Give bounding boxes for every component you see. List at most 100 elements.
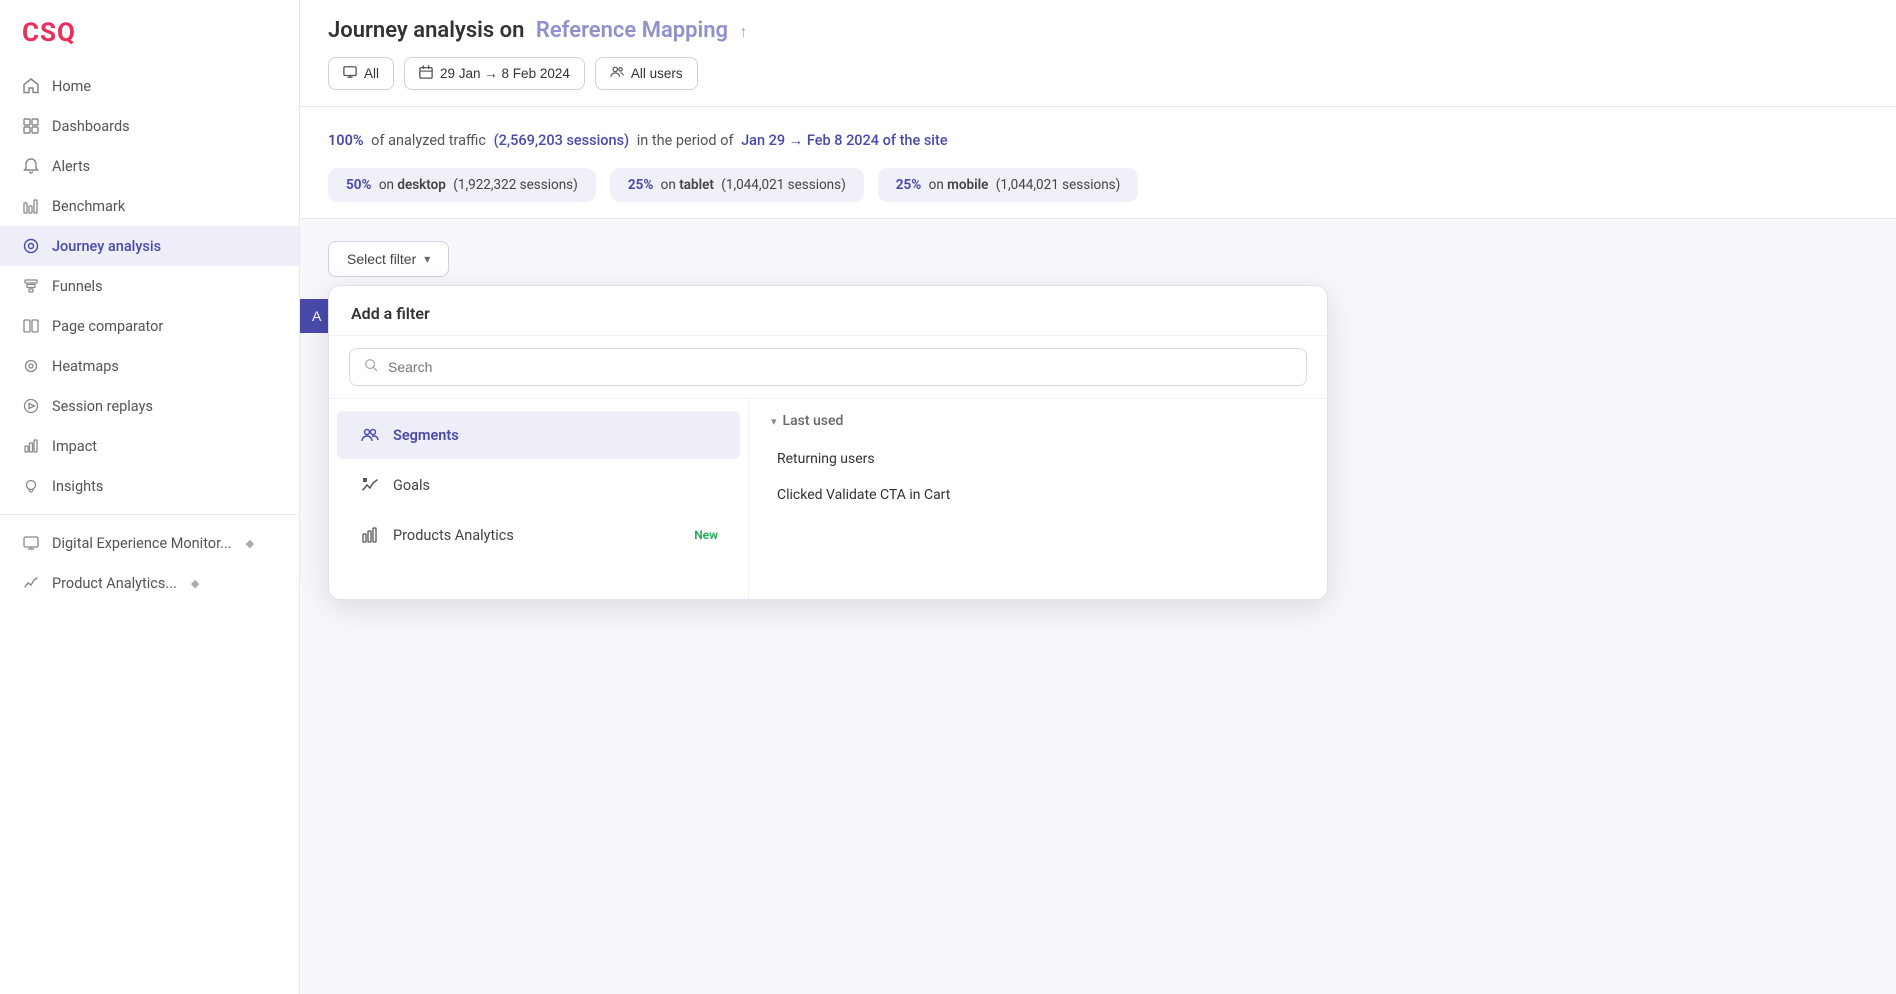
stats-area: 100% of analyzed traffic (2,569,203 sess… (300, 107, 1896, 219)
desktop-label: desktop (397, 177, 446, 193)
sidebar: CSQ Home Dashboards (0, 0, 300, 994)
segments-icon (359, 424, 381, 446)
sidebar-item-label: Impact (52, 438, 97, 455)
option-label: Returning users (777, 451, 875, 467)
goals-icon (359, 474, 381, 496)
select-filter-label: Select filter (347, 251, 416, 267)
filter-option-returning-users[interactable]: Returning users (771, 441, 1305, 477)
tablet-sessions: (1,044,021 sessions) (721, 177, 846, 193)
page-comparator-icon (22, 317, 40, 335)
dropdown-body: Segments Goals (329, 399, 1327, 599)
period-text: in the period of (637, 132, 734, 149)
date-filter-label: 29 Jan → 8 Feb 2024 (440, 66, 570, 81)
filter-category-segments[interactable]: Segments (337, 411, 740, 459)
funnels-icon (22, 277, 40, 295)
logo: CSQ (0, 0, 299, 62)
sidebar-item-page-comparator[interactable]: Page comparator (0, 306, 299, 346)
traffic-pct: 100% (328, 132, 364, 149)
sidebar-item-impact[interactable]: Impact (0, 426, 299, 466)
mobile-pct: 25% (896, 177, 921, 193)
last-used-label: Last used (783, 413, 844, 429)
users-filter-button[interactable]: All users (595, 57, 698, 90)
top-bar: Journey analysis on Reference Mapping ↑ … (300, 0, 1896, 107)
dashboards-icon (22, 117, 40, 135)
digital-experience-icon (22, 534, 40, 552)
on-label: on (661, 177, 680, 193)
sidebar-item-benchmark[interactable]: Benchmark (0, 186, 299, 226)
products-analytics-icon (359, 524, 381, 546)
session-replays-icon (22, 397, 40, 415)
sidebar-item-funnels[interactable]: Funnels (0, 266, 299, 306)
sidebar-item-label: Alerts (52, 158, 90, 175)
sidebar-item-label: Heatmaps (52, 358, 119, 375)
sidebar-item-label: Dashboards (52, 118, 130, 135)
search-icon (364, 358, 378, 376)
date-range: Jan 29 → Feb 8 2024 of the site (741, 132, 947, 149)
users-filter-label: All users (631, 66, 683, 81)
search-box (349, 348, 1307, 386)
all-filter-button[interactable]: All (328, 57, 394, 90)
filter-category-goals[interactable]: Goals (337, 461, 740, 509)
search-input[interactable] (388, 359, 1292, 375)
sidebar-item-label: Benchmark (52, 198, 125, 215)
select-filter-button[interactable]: Select filter ▾ (328, 241, 449, 277)
page-title: Journey analysis on Reference Mapping ↑ (328, 18, 1868, 43)
category-label: Products Analytics (393, 527, 514, 544)
sidebar-item-label: Product Analytics... (52, 575, 177, 592)
filter-bar: All 29 Jan → 8 Feb 2024 (328, 57, 1868, 90)
title-arrow: ↑ (740, 22, 748, 41)
tablet-stat: 25% on tablet (1,044,021 sessions) (610, 168, 864, 202)
action-btn-label: A (312, 308, 321, 324)
sidebar-item-product-analytics[interactable]: Product Analytics... ◆ (0, 563, 299, 603)
product-analytics-icon (22, 574, 40, 592)
tablet-label: tablet (679, 177, 714, 193)
sidebar-item-session-replays[interactable]: Session replays (0, 386, 299, 426)
filter-section: Select filter ▾ A Add a filter (300, 219, 1896, 299)
sidebar-item-journey-analysis[interactable]: Journey analysis (0, 226, 299, 266)
page-title-prefix: Journey analysis on (328, 18, 524, 43)
home-icon (22, 77, 40, 95)
alerts-icon (22, 157, 40, 175)
main-content: Journey analysis on Reference Mapping ↑ … (300, 0, 1896, 994)
device-stats: 50% on desktop (1,922,322 sessions) 25% … (328, 168, 1868, 202)
impact-icon (22, 437, 40, 455)
sidebar-item-label: Insights (52, 478, 103, 495)
filter-dropdown: Add a filter (328, 285, 1328, 600)
brand-logo: CSQ (22, 18, 76, 48)
sidebar-item-label: Page comparator (52, 318, 163, 335)
category-label: Goals (393, 477, 430, 494)
date-filter-button[interactable]: 29 Jan → 8 Feb 2024 (404, 57, 585, 90)
traffic-text: of analyzed traffic (371, 132, 486, 149)
new-badge: New (694, 528, 718, 542)
sidebar-item-alerts[interactable]: Alerts (0, 146, 299, 186)
mobile-sessions: (1,044,021 sessions) (996, 177, 1121, 193)
sidebar-item-label: Digital Experience Monitor... (52, 535, 232, 552)
sidebar-item-dashboards[interactable]: Dashboards (0, 106, 299, 146)
category-label: Segments (393, 427, 459, 444)
on-label: on (929, 177, 948, 193)
sidebar-item-digital-experience[interactable]: Digital Experience Monitor... ◆ (0, 523, 299, 563)
desktop-pct: 50% (346, 177, 371, 193)
sidebar-item-home[interactable]: Home (0, 66, 299, 106)
filter-option-clicked-validate[interactable]: Clicked Validate CTA in Cart (771, 477, 1305, 513)
all-filter-label: All (364, 66, 379, 81)
last-used-header: ▾ Last used (771, 413, 1305, 429)
sidebar-item-heatmaps[interactable]: Heatmaps (0, 346, 299, 386)
on-label: on (379, 177, 398, 193)
sidebar-item-label: Journey analysis (52, 238, 161, 255)
diamond-badge: ◆ (246, 537, 254, 550)
option-label: Clicked Validate CTA in Cart (777, 487, 950, 503)
desktop-sessions: (1,922,322 sessions) (453, 177, 578, 193)
monitor-icon (343, 65, 357, 82)
users-icon (610, 65, 624, 82)
dropdown-title: Add a filter (351, 304, 430, 323)
sidebar-item-label: Home (52, 78, 91, 95)
chevron-down-icon: ▾ (771, 415, 777, 428)
benchmark-icon (22, 197, 40, 215)
filter-options-right: ▾ Last used Returning users Clicked Vali… (749, 399, 1327, 599)
filter-category-products-analytics[interactable]: Products Analytics New (337, 511, 740, 559)
desktop-stat: 50% on desktop (1,922,322 sessions) (328, 168, 596, 202)
sidebar-item-insights[interactable]: Insights (0, 466, 299, 506)
traffic-summary: 100% of analyzed traffic (2,569,203 sess… (328, 129, 1868, 152)
journey-icon (22, 237, 40, 255)
